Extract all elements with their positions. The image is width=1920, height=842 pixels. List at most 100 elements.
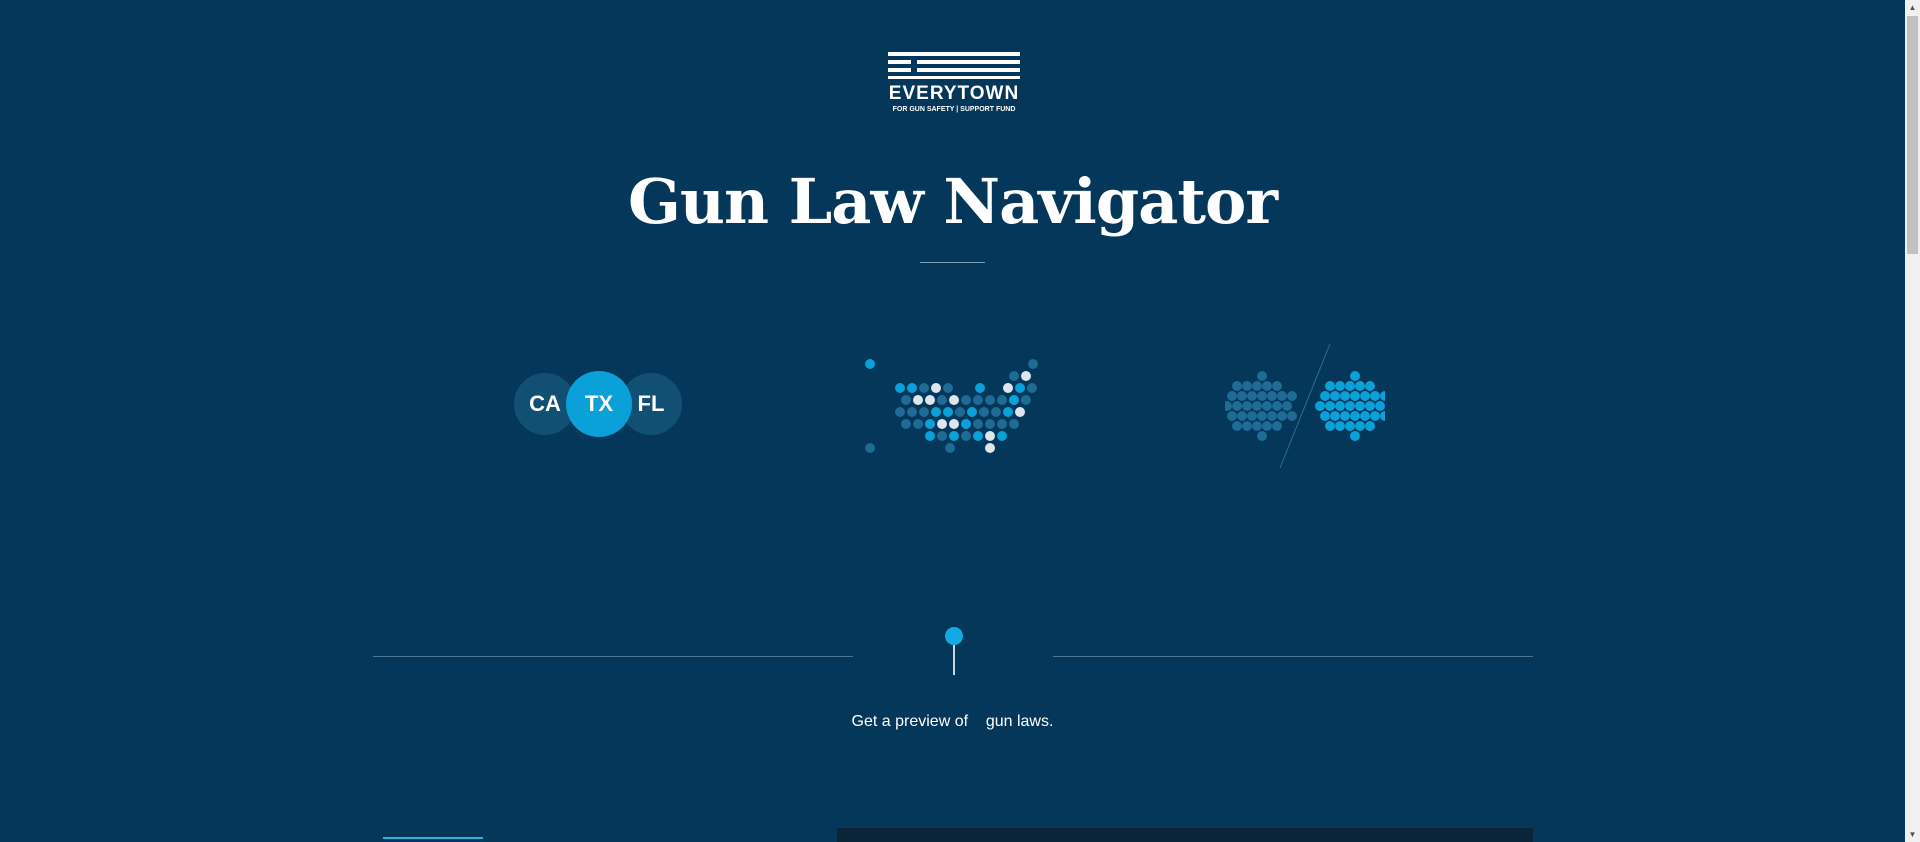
left-cluster-dot [1232,401,1242,411]
left-cluster-dot [1287,411,1297,421]
left-cluster-dot [1262,381,1272,391]
left-cluster-dot [1242,401,1252,411]
right-cluster-dot [1340,411,1350,421]
left-cluster-dot [1225,401,1232,411]
map-dot [1015,407,1025,417]
map-dot [1003,407,1013,417]
right-cluster-dot [1325,381,1335,391]
logo-stripe [917,68,1020,72]
right-cluster-dot [1350,431,1360,441]
left-cluster-dot [1287,391,1297,401]
right-cluster-dot [1370,411,1380,421]
map-dot [931,407,941,417]
scroll-down-icon[interactable]: ▼ [1905,827,1920,842]
left-cluster-dot [1252,381,1262,391]
left-cluster-dot [1247,411,1257,421]
right-cluster-dot [1360,391,1370,401]
map-dot [913,395,923,405]
left-cluster-dot [1247,391,1257,401]
map-dot [1027,383,1037,393]
map-dot [997,419,1007,429]
right-cluster-dot [1370,391,1380,401]
left-cluster-dot [1272,381,1282,391]
dot-split-comparison-icon[interactable] [1225,342,1385,470]
left-cluster-dot [1232,381,1242,391]
right-cluster-dot [1355,421,1365,431]
state-circle-tx: TX [566,371,632,437]
map-dot [985,395,995,405]
map-dot [907,383,917,393]
map-dot [925,419,935,429]
map-dot [1009,419,1019,429]
caption-prefix: Get a preview of [851,713,973,730]
left-cluster-dot [1257,371,1267,381]
timeline-marker [945,627,963,645]
logo-stripe [888,52,1020,56]
scroll-thumb[interactable] [1907,16,1918,254]
left-cluster-dot [1282,401,1292,411]
active-tab-underline[interactable] [383,837,483,839]
us-dot-map-icon[interactable] [860,356,1045,456]
preview-caption: Get a preview of gun laws. [0,712,1905,732]
right-cluster-dot [1365,401,1375,411]
map-dot [919,383,929,393]
timeline-marker-stem [953,645,955,675]
map-dot [901,395,911,405]
right-cluster-dot [1380,391,1385,401]
map-dot [895,407,905,417]
left-cluster-dot [1262,401,1272,411]
map-dot [931,383,941,393]
right-cluster-dot [1335,381,1345,391]
map-dot [901,419,911,429]
timeline-line-right [1053,656,1533,657]
map-dot [979,407,989,417]
left-cluster-dot [1237,391,1247,401]
map-dot [1009,371,1019,381]
map-dot [973,431,983,441]
map-dot [997,395,1007,405]
logo-stripe [917,60,1020,64]
map-dot [961,395,971,405]
left-cluster-dot [1277,411,1287,421]
left-cluster-dot [1267,391,1277,401]
map-dot [985,431,995,441]
map-dot [865,443,875,453]
left-cluster-dot [1267,411,1277,421]
map-dot [1009,395,1019,405]
right-cluster-dot [1320,411,1330,421]
right-cluster-dot [1350,371,1360,381]
left-cluster-dot [1262,421,1272,431]
map-dot [937,395,947,405]
right-cluster-dot [1380,411,1385,421]
title-divider [920,262,985,263]
right-cluster-dot [1335,421,1345,431]
left-cluster-dot [1277,391,1287,401]
map-dot [937,419,947,429]
map-dot [913,419,923,429]
everytown-logo[interactable]: EVERYTOWN FOR GUN SAFETY | SUPPORT FUND [888,52,1020,116]
scroll-up-icon[interactable]: ▲ [1905,0,1920,15]
map-dot [1021,395,1031,405]
left-cluster-dot [1252,421,1262,431]
map-dot [943,407,953,417]
map-dot [945,443,955,453]
right-cluster-dot [1350,411,1360,421]
map-dot [907,407,917,417]
map-dot [985,443,995,453]
right-cluster-dot [1315,401,1325,411]
map-dot [925,431,935,441]
map-dot [1021,371,1031,381]
right-cluster-dot [1365,381,1375,391]
map-dot [925,395,935,405]
right-cluster-dot [1375,401,1385,411]
left-cluster-dot [1257,391,1267,401]
map-dot [865,359,875,369]
right-cluster-dot [1345,381,1355,391]
state-comparison-icon[interactable]: CA FL TX [512,371,687,437]
logo-stripe [888,68,911,72]
map-dot [975,383,985,393]
logo-tagline: FOR GUN SAFETY | SUPPORT FUND [892,106,1016,113]
left-cluster-dot [1227,391,1237,401]
logo-stripe [888,60,911,64]
content-panel [837,828,1533,842]
